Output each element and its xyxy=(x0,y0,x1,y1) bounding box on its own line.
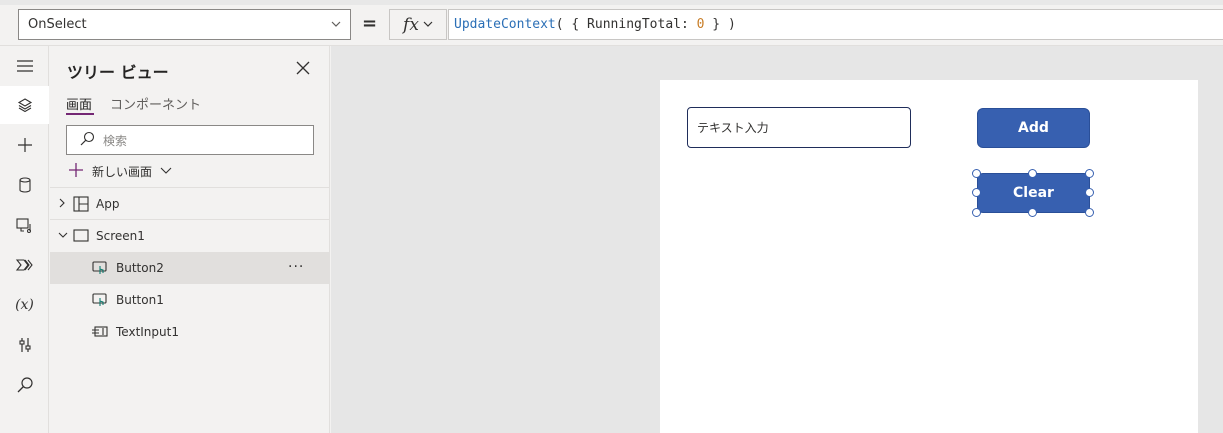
tools-icon[interactable] xyxy=(0,326,49,364)
search-icon[interactable] xyxy=(0,366,49,404)
plus-icon xyxy=(68,162,84,181)
tree-item-label: Button1 xyxy=(116,293,164,307)
property-value: OnSelect xyxy=(28,17,87,32)
chevron-down-icon xyxy=(330,18,342,34)
formula-input[interactable]: UpdateContext( { RunningTotal: 0 } ) xyxy=(448,9,1223,40)
tree-item-screen1[interactable]: Screen1 xyxy=(50,220,330,252)
resize-handle[interactable] xyxy=(972,169,981,178)
tree-view-panel: ツリー ビュー 画面 コンポーネント 検索 新しい画面 App Screen1 … xyxy=(50,46,330,433)
property-dropdown[interactable]: OnSelect xyxy=(18,9,351,40)
chevron-down-icon xyxy=(423,18,433,32)
formula-bar: OnSelect = fx UpdateContext( { RunningTo… xyxy=(0,0,1223,46)
formula-args-open: ( { RunningTotal: xyxy=(555,17,697,32)
tree-view-title: ツリー ビュー xyxy=(67,63,169,82)
resize-handle[interactable] xyxy=(1028,169,1037,178)
clear-button[interactable]: Clear xyxy=(977,173,1090,213)
resize-handle[interactable] xyxy=(972,188,981,197)
tree-item-app[interactable]: App xyxy=(50,188,330,220)
data-icon[interactable] xyxy=(0,166,49,204)
app-icon xyxy=(73,196,89,215)
text-input-icon xyxy=(92,326,110,341)
media-icon[interactable] xyxy=(0,206,49,244)
button-icon xyxy=(92,260,108,279)
formula-number: 0 xyxy=(696,17,705,32)
chevron-down-icon xyxy=(160,164,172,179)
app-screen[interactable]: テキスト入力 Add Clear xyxy=(660,80,1198,433)
resize-handle[interactable] xyxy=(972,208,981,217)
tree-search-input[interactable]: 検索 xyxy=(66,125,314,155)
left-rail: (x) xyxy=(0,46,49,433)
active-tab-indicator xyxy=(66,113,94,115)
resize-handle[interactable] xyxy=(1085,169,1094,178)
tab-screens[interactable]: 画面 xyxy=(66,94,92,113)
tree-item-textinput1[interactable]: TextInput1 xyxy=(50,316,330,348)
button-icon xyxy=(92,292,108,311)
canvas-area: テキスト入力 Add Clear xyxy=(331,46,1223,433)
variables-icon[interactable]: (x) xyxy=(0,286,49,324)
tree-item-label: Button2 xyxy=(116,261,164,275)
fx-icon: fx xyxy=(403,14,419,35)
tree-item-label: App xyxy=(96,197,120,211)
text-input-control[interactable]: テキスト入力 xyxy=(687,107,911,148)
hamburger-icon[interactable] xyxy=(0,47,49,85)
layers-icon[interactable] xyxy=(0,86,49,124)
fx-button[interactable]: fx xyxy=(389,9,447,40)
new-screen-button[interactable]: 新しい画面 xyxy=(68,162,172,181)
resize-handle[interactable] xyxy=(1028,208,1037,217)
more-options-icon[interactable]: ··· xyxy=(288,259,304,275)
tree-item-button2[interactable]: Button2 ··· xyxy=(50,252,330,284)
top-strip xyxy=(0,0,1223,5)
resize-handle[interactable] xyxy=(1085,188,1094,197)
screen-icon xyxy=(73,229,89,246)
add-button[interactable]: Add xyxy=(977,108,1090,148)
text-input-value: テキスト入力 xyxy=(697,121,769,135)
formula-args-close: } ) xyxy=(704,17,736,32)
close-icon[interactable] xyxy=(296,61,310,78)
chevron-down-icon[interactable] xyxy=(56,230,70,244)
equals-sign: = xyxy=(362,13,378,34)
search-icon xyxy=(79,131,95,150)
power-automate-icon[interactable] xyxy=(0,246,49,284)
chevron-right-icon[interactable] xyxy=(57,196,67,213)
tab-components[interactable]: コンポーネント xyxy=(110,94,201,113)
plus-icon[interactable] xyxy=(0,126,49,164)
tree-item-button1[interactable]: Button1 xyxy=(50,284,330,316)
tree-item-label: Screen1 xyxy=(96,229,145,243)
search-placeholder: 検索 xyxy=(103,133,128,148)
formula-function: UpdateContext xyxy=(454,17,556,32)
resize-handle[interactable] xyxy=(1085,208,1094,217)
new-screen-label: 新しい画面 xyxy=(92,165,153,179)
tree-item-label: TextInput1 xyxy=(116,325,179,339)
